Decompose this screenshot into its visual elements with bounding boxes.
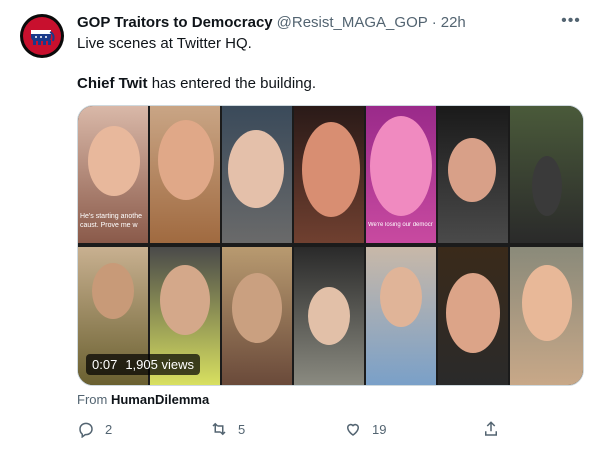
more-options-button[interactable]: ••• [560, 10, 582, 32]
retweet-button[interactable]: 5 [210, 418, 245, 440]
video-duration: 0:07 [92, 357, 118, 372]
author-name[interactable]: GOP Traitors to Democracy [77, 14, 273, 31]
heart-icon [346, 423, 360, 436]
video-tile [510, 247, 583, 385]
reply-icon [79, 422, 93, 438]
overlay-caption-2: We're losing our democr [368, 222, 433, 228]
tweet-card[interactable]: GOP Traitors to Democracy @Resist_MAGA_G… [0, 0, 598, 450]
video-tile [366, 247, 436, 385]
chief-twit-text: Chief Twit [77, 75, 148, 92]
video-tile: He's starting anothe caust. Prove me w [78, 106, 148, 243]
reply-button[interactable]: 2 [77, 418, 112, 440]
video-tile [438, 106, 508, 243]
video-tile [294, 106, 364, 243]
video-tile [222, 106, 292, 243]
timestamp[interactable]: 22h [441, 14, 466, 31]
video-tile [294, 247, 364, 385]
from-label: From [77, 392, 111, 407]
retweet-count: 5 [238, 421, 246, 437]
video-player[interactable]: He's starting anothe caust. Prove me w W… [77, 105, 584, 386]
tweet-actions: 2 5 19 [77, 418, 517, 440]
share-button[interactable] [482, 418, 500, 440]
share-icon [485, 421, 497, 436]
author-handle[interactable]: @Resist_MAGA_GOP [277, 14, 428, 31]
like-count: 19 [372, 421, 387, 437]
video-thumbnail-grid: He's starting anothe caust. Prove me w W… [78, 106, 583, 385]
video-attribution: From HumanDilemma [77, 392, 209, 407]
source-account-link[interactable]: HumanDilemma [111, 392, 209, 407]
tweet-header: GOP Traitors to Democracy @Resist_MAGA_G… [77, 12, 582, 32]
reply-count: 2 [105, 421, 113, 437]
video-views: 1,905 views [125, 357, 194, 372]
retweet-icon [212, 422, 226, 436]
tweet-text-rest: has entered the building. [147, 75, 317, 92]
video-stats-badge: 0:07 1,905 views [86, 354, 200, 375]
like-button[interactable]: 19 [344, 418, 386, 440]
video-tile [150, 106, 220, 243]
video-tile [438, 247, 508, 385]
video-tile: We're losing our democr [366, 106, 436, 243]
tweet-text-line-1: Live scenes at Twitter HQ. [77, 35, 252, 52]
more-horizontal-icon: ••• [561, 12, 581, 29]
overlay-caption-1: He's starting anothe caust. Prove me w [80, 213, 143, 229]
video-tile [510, 106, 583, 243]
tweet-text-line-2: Chief Twit has entered the building. [77, 74, 316, 94]
gop-elephant-logo-icon [23, 17, 61, 55]
separator: · [431, 13, 437, 31]
avatar[interactable] [20, 14, 64, 58]
video-tile [222, 247, 292, 385]
